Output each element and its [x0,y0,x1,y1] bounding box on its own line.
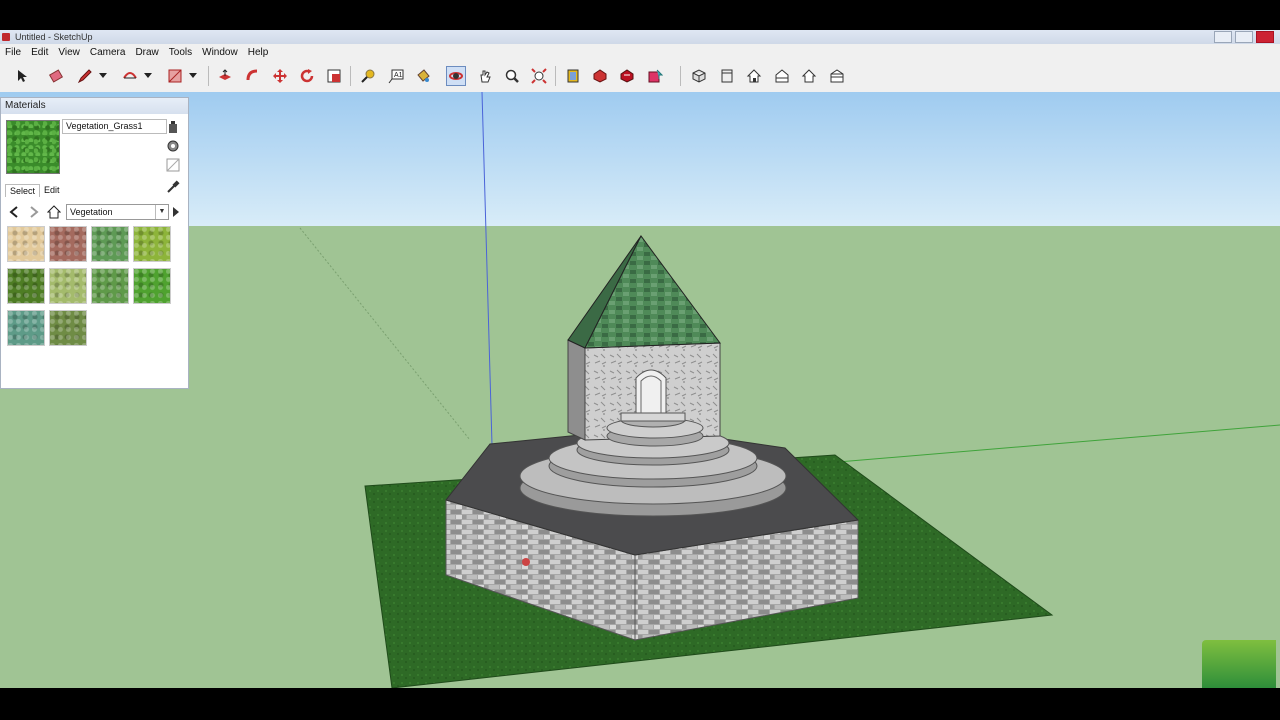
menu-bar: File Edit View Camera Draw Tools Window … [0,44,1280,60]
letterbox-bottom [0,688,1280,720]
library-nav: Vegetation ▼ [5,204,185,220]
push-pull-icon[interactable] [215,66,235,86]
tape-measure-icon[interactable] [358,66,378,86]
swatch-green-leaves[interactable] [91,226,129,262]
pencil-dropdown-icon[interactable] [97,66,109,86]
tower-step-1-top[interactable] [620,412,686,422]
default-material-icon[interactable] [166,158,180,172]
swatch-flat-green[interactable] [91,268,129,304]
display-secondary-icon[interactable] [166,139,180,153]
menu-help[interactable]: Help [243,47,274,58]
orbit-icon[interactable] [446,66,466,86]
letterbox-top [0,0,1280,30]
green-axis-dotted [299,227,471,441]
pencil-icon[interactable] [75,66,95,86]
scale-icon[interactable] [324,66,344,86]
materials-title: Materials [1,98,188,114]
paint-cursor-icon [522,558,530,566]
menu-file[interactable]: File [0,47,26,58]
follow-me-icon[interactable] [243,66,263,86]
tab-select[interactable]: Select [5,184,41,197]
iso-view-icon[interactable] [689,66,709,86]
swatch-dark-moss[interactable] [7,268,45,304]
menu-tools[interactable]: Tools [164,47,197,58]
home-icon[interactable] [46,205,62,219]
right-view-icon[interactable] [772,66,792,86]
menu-camera[interactable]: Camera [85,47,131,58]
model-viewport[interactable] [0,92,1280,688]
share-model-icon[interactable] [617,66,637,86]
watermark-logo [1202,640,1276,688]
menu-draw[interactable]: Draw [130,47,163,58]
swatch-olive-grass[interactable] [49,310,87,346]
close-button[interactable] [1256,31,1274,43]
text-icon[interactable]: A1 [386,66,406,86]
forward-arrow-icon[interactable] [27,205,41,219]
library-select[interactable]: Vegetation ▼ [66,204,169,220]
menu-edit[interactable]: Edit [26,47,53,58]
rotate-icon[interactable] [297,66,317,86]
swatch-moss[interactable] [133,226,171,262]
components-icon[interactable] [563,66,583,86]
rectangle-dropdown-icon[interactable] [187,66,199,86]
rectangle-icon[interactable] [165,66,185,86]
paint-bucket-icon[interactable] [413,66,433,86]
front-view-icon[interactable] [744,66,764,86]
menu-view[interactable]: View [53,47,85,58]
details-icon[interactable] [169,205,183,219]
window-title: Untitled - SketchUp [15,32,93,42]
sample-paint-icon[interactable] [166,180,180,194]
swatch-sand[interactable] [7,226,45,262]
swatch-pale-grass[interactable] [49,268,87,304]
left-view-icon[interactable] [827,66,847,86]
arc-dropdown-icon[interactable] [142,66,154,86]
material-name-field[interactable]: Vegetation_Grass1 [62,119,167,134]
back-arrow-icon[interactable] [7,205,21,219]
swatch-teal-leaves[interactable] [7,310,45,346]
upload-icon[interactable] [645,66,665,86]
tab-edit[interactable]: Edit [40,184,64,197]
minimize-button[interactable] [1214,31,1232,43]
material-preview[interactable] [6,120,60,174]
title-bar: Untitled - SketchUp [0,30,1280,44]
tower-wall-left[interactable] [567,339,586,441]
blue-axis [481,92,493,446]
maximize-button[interactable] [1235,31,1253,43]
green-axis [837,424,1280,463]
swatch-brown-stones[interactable] [49,226,87,262]
model-scene[interactable] [0,92,1280,688]
materials-tabs: Select Edit [5,184,64,197]
swatch-bright-grass[interactable] [133,268,171,304]
materials-panel: Materials Vegetation_Grass1 Select Edit … [0,97,189,389]
zoom-extents-icon[interactable] [529,66,549,86]
back-view-icon[interactable] [799,66,819,86]
dropdown-arrow-icon: ▼ [155,205,168,219]
arc-icon[interactable] [120,66,140,86]
library-name: Vegetation [70,207,113,217]
move-icon[interactable] [270,66,290,86]
create-material-icon[interactable] [166,120,180,134]
pan-icon[interactable] [475,66,495,86]
get-models-icon[interactable] [590,66,610,86]
eraser-icon[interactable] [46,66,66,86]
main-toolbar: A1 [0,60,1280,93]
top-view-icon[interactable] [717,66,737,86]
select-icon[interactable] [12,66,32,86]
sketchup-logo-icon [2,33,10,41]
svg-text:A1: A1 [394,72,403,79]
zoom-icon[interactable] [502,66,522,86]
menu-window[interactable]: Window [197,47,243,58]
